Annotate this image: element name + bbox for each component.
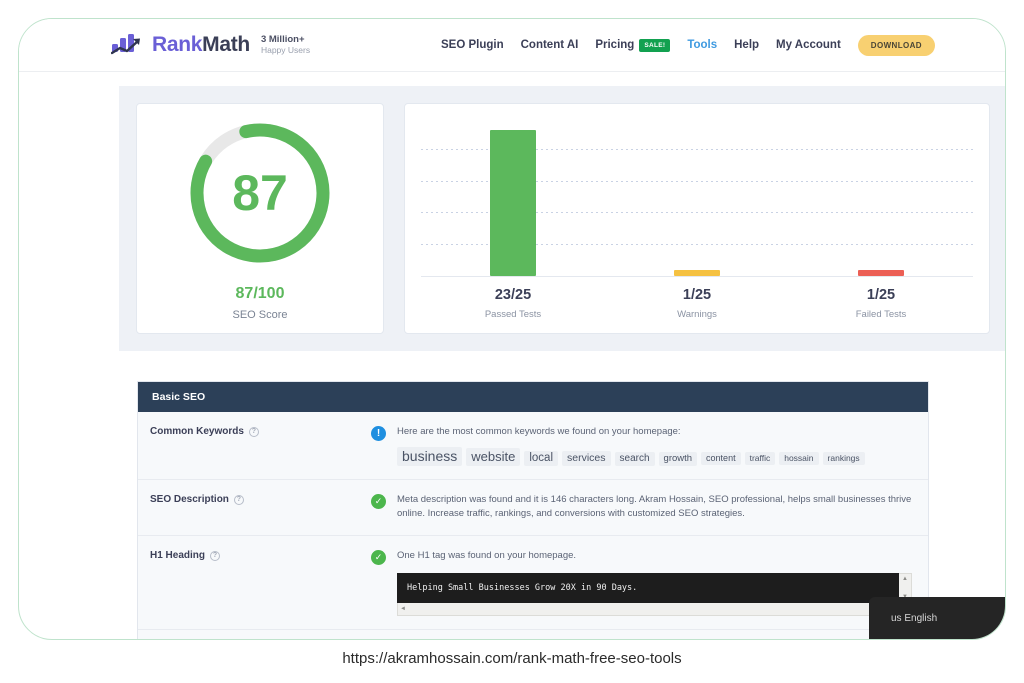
help-icon[interactable]: ?	[210, 551, 221, 562]
keyword-tag[interactable]: content	[701, 451, 741, 465]
test-results-chart: 23/25 Passed Tests 1/25 Warnings 1/25 Failed …	[404, 103, 990, 334]
nav-item-content-ai[interactable]: Content AI	[521, 39, 579, 51]
row-description: Meta description was found and it is 146…	[397, 493, 912, 520]
seo-score-fraction: 87/100	[235, 284, 285, 302]
chart-label-column: 23/25 Passed Tests	[421, 287, 605, 323]
check-circle-icon	[371, 550, 386, 566]
seo-score-value: 87	[232, 164, 288, 221]
horizontal-scrollbar[interactable]: ◄►	[397, 603, 899, 617]
brand-name-rank: Rank	[152, 33, 203, 56]
seo-analysis-results: Basic SEO Common Keywords? Here are the m…	[137, 381, 929, 639]
sale-badge: SALE!	[639, 38, 671, 52]
table-row: H1 Heading? One H1 tag was found on your …	[138, 536, 928, 631]
table-row: Common Keywords? Here are the most common…	[138, 412, 928, 480]
row-label: H2 Headings?	[138, 630, 371, 639]
keyword-tag[interactable]: hossain	[779, 451, 819, 465]
help-icon[interactable]: ?	[248, 427, 259, 437]
table-row: SEO Description? Meta description was fou…	[138, 479, 928, 537]
keyword-tag[interactable]: growth	[658, 451, 698, 466]
row-body: Here are the most common keywords we fou…	[371, 412, 928, 479]
chart-bar-column	[421, 117, 605, 276]
chart-bar[interactable]	[858, 269, 904, 276]
download-button[interactable]: DOWNLOAD	[857, 34, 935, 56]
source-url-caption: https://akramhossain.com/rank-math-free-…	[342, 650, 682, 667]
row-body: One H1 tag was found on your homepage. He…	[371, 536, 928, 629]
keyword-tag[interactable]: business	[397, 446, 463, 466]
browser-frame: RankMath 3 Million+ Happy Users SEO Plug…	[18, 18, 1006, 640]
section-title-basic-seo: Basic SEO	[138, 382, 928, 412]
row-label: Common Keywords?	[138, 412, 371, 479]
row-label-text: H1 Heading	[150, 550, 206, 562]
main-navigation: SEO Plugin Content AI Pricing SALE! Tool…	[441, 34, 935, 56]
seo-score-caption: SEO Score	[232, 308, 288, 321]
brand-logo[interactable]: RankMath 3 Million+ Happy Users	[110, 33, 311, 57]
chart-category-label: Failed Tests	[855, 309, 907, 320]
chart-axis	[421, 276, 973, 277]
nav-item-pricing[interactable]: Pricing	[595, 39, 634, 51]
row-body: One or more H2 tags were found on your h…	[371, 630, 928, 639]
keyword-tag[interactable]: website	[466, 447, 521, 466]
chart-bar[interactable]	[674, 269, 720, 276]
scroll-left-icon[interactable]: ◄	[400, 606, 406, 612]
language-selector-label: us English	[891, 612, 938, 624]
brand-name: RankMath	[152, 33, 250, 57]
chart-value-label: 23/25	[494, 287, 532, 303]
seo-score-card: 87 87/100 SEO Score	[136, 103, 384, 334]
seo-score-gauge: 87	[184, 117, 336, 269]
help-icon[interactable]: ?	[233, 494, 244, 505]
keyword-tag[interactable]: search	[614, 451, 655, 466]
language-selector-widget[interactable]: us English	[869, 597, 1005, 639]
brand-tagline: 3 Million+ Happy Users	[260, 33, 311, 56]
code-content: Helping Small Businesses Grow 20X in 90 …	[397, 572, 899, 604]
check-circle-icon	[371, 493, 386, 509]
keyword-tag[interactable]: services	[562, 450, 611, 466]
row-body: Meta description was found and it is 146…	[371, 480, 928, 535]
nav-item-pricing-group: Pricing SALE!	[595, 38, 671, 52]
tagline-users-label: Happy Users	[260, 44, 311, 55]
scroll-up-icon[interactable]: ▲	[902, 576, 908, 582]
row-label: H1 Heading?	[138, 536, 371, 629]
chart-value-label: 1/25	[866, 287, 896, 303]
row-label: SEO Description?	[138, 480, 371, 535]
row-label-text: Common Keywords	[150, 426, 244, 437]
code-viewer: Helping Small Businesses Grow 20X in 90 …	[397, 572, 912, 604]
nav-item-help[interactable]: Help	[734, 39, 759, 51]
tagline-users-count: 3 Million+	[260, 33, 305, 45]
chart-bar[interactable]	[490, 129, 536, 276]
row-description: One H1 tag was found on your homepage.	[397, 550, 577, 562]
keyword-tag-list: business website local services search growth…	[397, 446, 912, 466]
table-row: H2 Headings?One or more H2 tags were fou…	[138, 630, 928, 639]
chart-plot-area	[421, 118, 973, 277]
row-content: One H1 tag was found on your homepage. He…	[397, 549, 912, 617]
row-content: Here are the most common keywords we fou…	[397, 425, 912, 466]
info-icon	[371, 426, 386, 441]
rank-math-bars-arrow-icon	[110, 34, 145, 56]
chart-label-column: 1/25 Failed Tests	[789, 287, 973, 323]
chart-value-label: 1/25	[682, 287, 712, 303]
row-description: Here are the most common keywords we fou…	[397, 426, 681, 437]
results-rows: Common Keywords? Here are the most common…	[138, 412, 928, 639]
seo-summary-panel: 87 87/100 SEO Score 23/25 Passed Tests 1/2…	[119, 86, 1005, 351]
keyword-tag[interactable]: local	[524, 450, 558, 466]
keyword-tag[interactable]: traffic	[744, 451, 776, 465]
brand-name-math: Math	[202, 33, 250, 56]
chart-label-column: 1/25 Warnings	[605, 287, 789, 323]
chart-labels: 23/25 Passed Tests 1/25 Warnings 1/25 Failed …	[421, 277, 973, 323]
horizontal-scroll-row: ◄►	[397, 603, 912, 617]
chart-category-label: Warnings	[677, 309, 717, 320]
site-header: RankMath 3 Million+ Happy Users SEO Plug…	[19, 19, 1005, 72]
row-content: Meta description was found and it is 146…	[397, 493, 912, 522]
chart-bar-column	[789, 117, 973, 276]
nav-item-my-account[interactable]: My Account	[776, 39, 841, 51]
chart-bar-column	[605, 117, 789, 276]
nav-item-tools[interactable]: Tools	[687, 39, 717, 51]
keyword-tag[interactable]: rankings	[822, 451, 865, 465]
chart-category-label: Passed Tests	[484, 309, 542, 320]
row-label-text: SEO Description	[150, 493, 229, 505]
nav-item-seo-plugin[interactable]: SEO Plugin	[441, 39, 504, 51]
code-line: Helping Small Businesses Grow 20X in 90 …	[407, 582, 638, 593]
